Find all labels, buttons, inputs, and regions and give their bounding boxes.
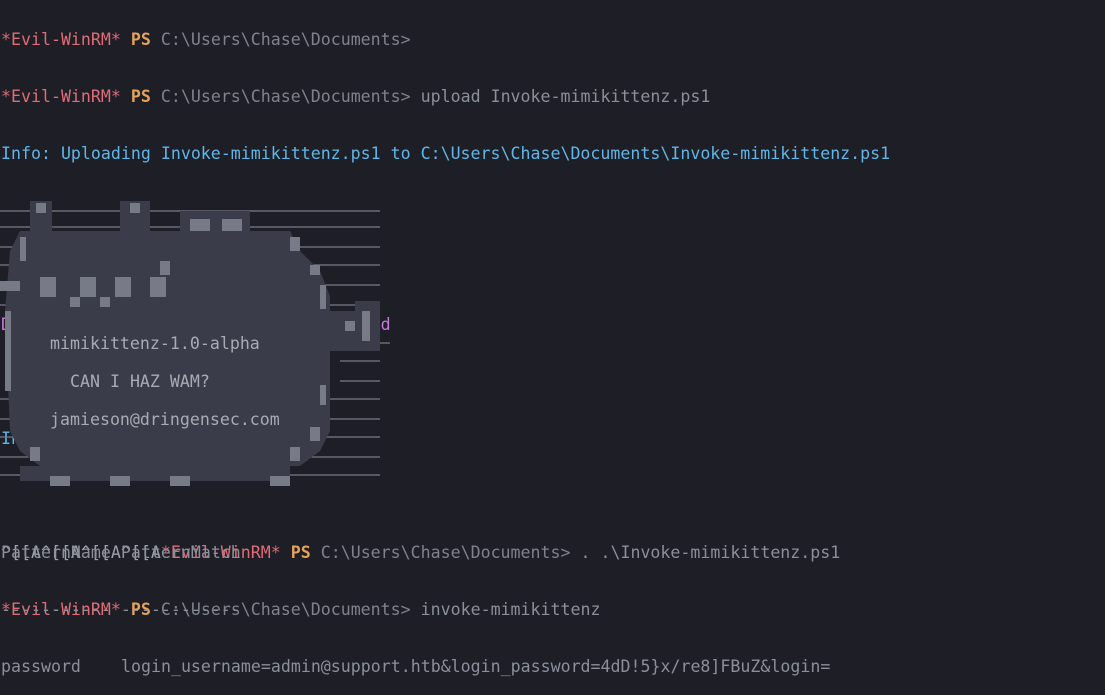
prompt-shell-label: *Evil-WinRM* xyxy=(1,30,121,49)
results-header-row: PatternName PatternMatch xyxy=(1,543,1105,562)
column-header-patternname: PatternName xyxy=(1,543,111,562)
prompt-ps-label: PS xyxy=(130,87,151,106)
info-uploading-line: Info: Uploading Invoke-mimikittenz.ps1 t… xyxy=(1,144,891,163)
prompt-shell-label: *Evil-WinRM* xyxy=(1,87,121,106)
prompt-line-upload: *Evil-WinRM* PS C:\Users\Chase\Documents… xyxy=(1,87,1105,106)
row-pattern-match: login_username=admin@support.htb&login_p… xyxy=(121,657,831,676)
prompt-path: C:\Users\Chase\Documents> xyxy=(160,30,411,49)
results-separator: ----------- ------------ xyxy=(1,600,241,619)
results-table: PatternName PatternMatch ----------- ---… xyxy=(1,505,1105,695)
prompt-ps-label: PS xyxy=(130,30,151,49)
table-row: password login_username=admin@support.htb… xyxy=(1,657,1105,676)
mimikittenz-kitten-art: mimikittenz-1.0-alpha CAN I HAZ WAM? jam… xyxy=(0,201,410,491)
prompt-line-previous: *Evil-WinRM* PS C:\Users\Chase\Documents… xyxy=(1,30,1105,49)
banner-email: jamieson@dringensec.com xyxy=(50,410,280,429)
column-header-patternmatch: PatternMatch xyxy=(120,543,241,562)
prompt-path: C:\Users\Chase\Documents> xyxy=(160,87,411,106)
banner-version: mimikittenz-1.0-alpha xyxy=(50,334,260,353)
row-pattern-name: password xyxy=(1,657,81,676)
banner-tagline: CAN I HAZ WAM? xyxy=(70,372,210,391)
command-text: upload Invoke-mimikittenz.ps1 xyxy=(420,87,711,106)
